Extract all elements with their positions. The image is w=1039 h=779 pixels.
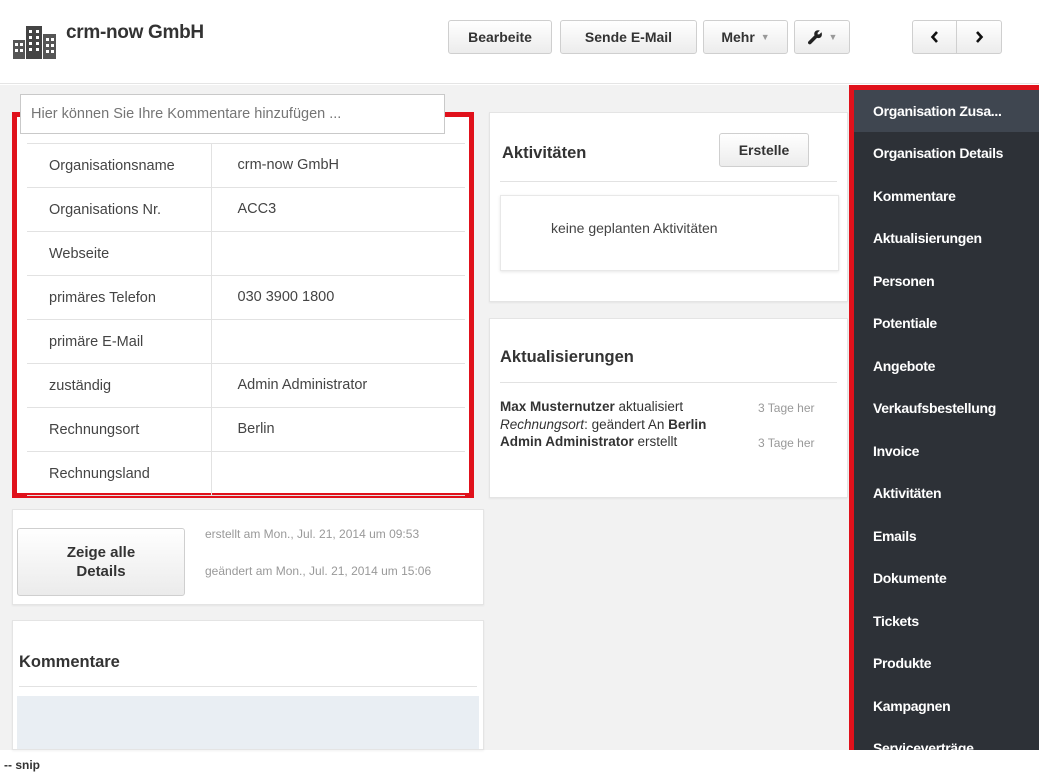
show-all-line1: Zeige alle — [66, 544, 136, 561]
update-entry: Max Musternutzer aktualisiert — [500, 399, 683, 414]
activities-panel: Aktivitäten Erstelle keine geplanten Akt… — [489, 112, 848, 302]
sidebar-item-products[interactable]: Produkte — [854, 642, 1039, 684]
no-activities-message: keine geplanten Aktivitäten — [551, 220, 718, 236]
field-value[interactable] — [211, 231, 465, 276]
field-label: primäres Telefon — [27, 275, 212, 320]
sidebar-item-potentials[interactable]: Potentiale — [854, 302, 1039, 344]
sidebar-item-service-contracts[interactable]: Serviceverträge — [854, 727, 1039, 769]
comments-panel: Kommentare — [12, 620, 484, 750]
wrench-icon — [807, 30, 822, 45]
update-user-link[interactable]: Max Musternutzer — [500, 399, 615, 414]
table-row: Rechnungsort Berlin — [27, 407, 465, 452]
update-change: Rechnungsort: geändert An Berlin — [500, 417, 706, 432]
created-timestamp: erstellt am Mon., Jul. 21, 2014 um 09:53 — [205, 527, 420, 541]
update-time: 3 Tage her — [758, 401, 815, 415]
show-all-line2: Details — [76, 563, 126, 580]
activities-empty-box: keine geplanten Aktivitäten — [500, 195, 839, 271]
change-text: : geändert An — [584, 417, 669, 432]
sidebar-item-updates[interactable]: Aktualisierungen — [854, 217, 1039, 259]
table-row: Organisations Nr. ACC3 — [27, 187, 465, 232]
comments-title: Kommentare — [19, 653, 120, 671]
more-label: Mehr — [721, 29, 755, 45]
organization-summary-panel: Organisationsname crm-now GmbH Organisati… — [12, 112, 474, 498]
sidebar-item-tickets[interactable]: Tickets — [854, 600, 1039, 642]
organization-building-icon — [13, 26, 56, 59]
create-activity-button[interactable]: Erstelle — [719, 133, 809, 167]
changed-field-value: Berlin — [668, 417, 707, 432]
snip-marker: -- snip — [4, 758, 40, 772]
next-record-button[interactable] — [956, 20, 1002, 54]
sidebar-item-contacts[interactable]: Personen — [854, 260, 1039, 302]
sidebar-item-emails[interactable]: Emails — [854, 515, 1039, 557]
summary-fields-table: Organisationsname crm-now GmbH Organisati… — [27, 143, 465, 496]
edit-button[interactable]: Bearbeite — [448, 20, 552, 54]
divider — [19, 686, 477, 687]
field-label: Webseite — [27, 231, 212, 276]
send-email-button[interactable]: Sende E-Mail — [560, 20, 697, 54]
more-dropdown-button[interactable]: Mehr ▼ — [703, 20, 788, 54]
field-label: zuständig — [27, 363, 212, 408]
field-label: Organisationsname — [27, 143, 212, 188]
field-value[interactable]: Berlin — [211, 407, 465, 452]
sidebar-item-quotes[interactable]: Angebote — [854, 345, 1039, 387]
divider — [500, 382, 837, 383]
chevron-right-icon — [976, 31, 984, 43]
divider — [500, 181, 837, 182]
sidebar-item-organization-details[interactable]: Organisation Details — [854, 132, 1039, 174]
chevron-down-icon: ▼ — [760, 32, 770, 42]
update-user-link[interactable]: Admin Administrator — [500, 434, 634, 449]
update-action: erstellt — [637, 434, 678, 449]
updates-panel: Aktualisierungen Max Musternutzer aktual… — [489, 318, 848, 498]
sidebar-item-organization-summary[interactable]: Organisation Zusa... — [854, 90, 1039, 132]
sidebar-item-activities[interactable]: Aktivitäten — [854, 472, 1039, 514]
field-label: Organisations Nr. — [27, 187, 212, 232]
detail-header: crm-now GmbH Bearbeite Sende E-Mail Mehr… — [0, 0, 1039, 84]
chevron-left-icon — [930, 31, 938, 43]
update-entry: Admin Administrator erstellt — [500, 434, 677, 449]
related-list-sidebar: Organisation Zusa... Organisation Detail… — [849, 85, 1039, 756]
field-value[interactable] — [211, 319, 465, 364]
field-value[interactable]: ACC3 — [211, 187, 465, 232]
field-value[interactable]: Admin Administrator — [211, 363, 465, 408]
sidebar-item-sales-orders[interactable]: Verkaufsbestellung — [854, 387, 1039, 429]
table-row: primäre E-Mail — [27, 319, 465, 364]
sidebar-item-documents[interactable]: Dokumente — [854, 557, 1039, 599]
changed-field-name: Rechnungsort — [500, 417, 585, 432]
field-label: Rechnungsort — [27, 407, 212, 452]
field-value[interactable]: 030 3900 1800 — [211, 275, 465, 320]
settings-dropdown-button[interactable]: ▼ — [794, 20, 850, 54]
chevron-down-icon: ▼ — [828, 32, 838, 42]
record-title: crm-now GmbH — [66, 22, 204, 43]
table-row: Webseite — [27, 231, 465, 276]
table-row: zuständig Admin Administrator — [27, 363, 465, 408]
update-action: aktualisiert — [618, 399, 684, 414]
update-time: 3 Tage her — [758, 436, 815, 450]
field-label: primäre E-Mail — [27, 319, 212, 364]
record-meta-panel: Zeige alle Details erstellt am Mon., Jul… — [12, 509, 484, 605]
comment-compose-area — [17, 696, 479, 749]
table-row: Rechnungsland — [27, 451, 465, 496]
updates-title: Aktualisierungen — [500, 348, 634, 366]
activities-title: Aktivitäten — [502, 144, 587, 162]
table-row: primäres Telefon 030 3900 1800 — [27, 275, 465, 320]
field-value[interactable]: crm-now GmbH — [211, 143, 465, 188]
field-label: Rechnungsland — [27, 451, 212, 496]
sidebar-item-comments[interactable]: Kommentare — [854, 175, 1039, 217]
sidebar-item-invoice[interactable]: Invoice — [854, 430, 1039, 472]
comment-input[interactable] — [20, 94, 445, 134]
table-row: Organisationsname crm-now GmbH — [27, 143, 465, 188]
previous-record-button[interactable] — [912, 20, 957, 54]
field-value[interactable] — [211, 451, 465, 496]
modified-timestamp: geändert am Mon., Jul. 21, 2014 um 15:06 — [205, 564, 432, 578]
sidebar-item-campaigns[interactable]: Kampagnen — [854, 685, 1039, 727]
show-all-details-button[interactable]: Zeige alle Details — [17, 528, 185, 596]
